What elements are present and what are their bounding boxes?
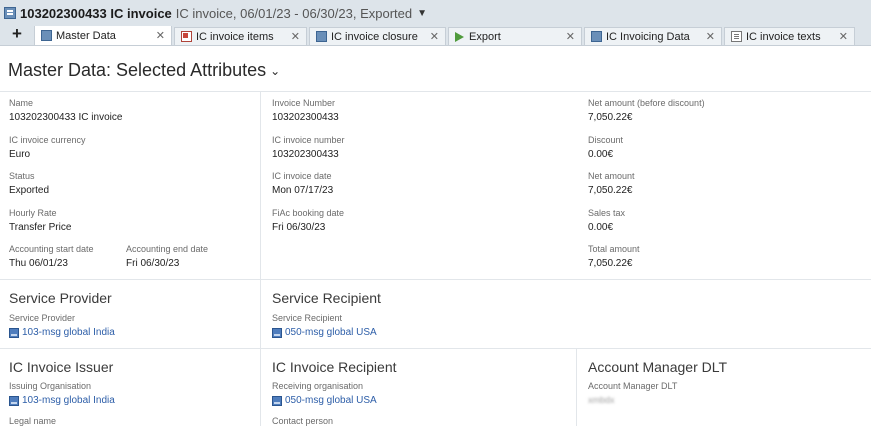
recipient-heading: IC Invoice Recipient <box>272 359 397 375</box>
issuer-heading: IC Invoice Issuer <box>9 359 114 375</box>
data-icon <box>591 31 602 42</box>
service-recipient-label: Service Recipient <box>272 313 343 323</box>
close-icon[interactable]: ✕ <box>839 30 848 43</box>
sales-tax-label: Sales tax <box>588 208 626 218</box>
accounting-start-label: Accounting start date <box>9 244 94 254</box>
receiving-organisation-link[interactable]: 050-msg global USA <box>272 395 377 406</box>
divider <box>0 91 871 92</box>
name-label: Name <box>9 98 34 108</box>
close-icon[interactable]: ✕ <box>430 30 439 43</box>
tab-master-data[interactable]: Master Data ✕ <box>34 26 172 45</box>
tab-label: IC Invoicing Data <box>606 30 690 43</box>
currency-label: IC invoice currency <box>9 135 86 145</box>
tab-label: Export <box>469 30 501 43</box>
tab-ic-invoice-texts[interactable]: IC invoice texts ✕ <box>724 27 855 45</box>
receiving-organisation-label: Receiving organisation <box>272 381 364 391</box>
fiac-booking-date-label: FiAc booking date <box>272 208 345 218</box>
ic-invoice-number-value: 103202300433 <box>272 149 339 160</box>
organisation-icon <box>9 395 19 406</box>
tab-ic-invoice-closure[interactable]: IC invoice closure ✕ <box>309 27 446 45</box>
invoice-icon <box>4 7 16 19</box>
window-title-description: IC invoice, 06/01/23 - 06/30/23, Exporte… <box>175 5 413 21</box>
service-provider-label: Service Provider <box>9 313 76 323</box>
tab-export[interactable]: Export ✕ <box>448 27 582 45</box>
account-manager-heading: Account Manager DLT <box>588 359 728 375</box>
divider <box>0 279 871 280</box>
account-manager-label: Account Manager DLT <box>588 381 678 391</box>
tab-label: Master Data <box>56 29 116 42</box>
issuing-organisation-label: Issuing Organisation <box>9 381 92 391</box>
service-recipient-heading: Service Recipient <box>272 290 381 306</box>
total-amount-label: Total amount <box>588 244 640 254</box>
sales-tax-value: 0.00€ <box>588 222 614 233</box>
organisation-icon <box>272 327 282 338</box>
export-icon <box>455 31 464 42</box>
hourly-rate-value: Transfer Price <box>9 222 72 233</box>
net-amount-label: Net amount <box>588 171 635 181</box>
chevron-down-icon[interactable]: ⌄ <box>270 64 280 78</box>
ic-invoice-date-label: IC invoice date <box>272 171 332 181</box>
accounting-end-label: Accounting end date <box>126 244 209 254</box>
tab-label: IC invoice closure <box>331 30 418 43</box>
divider <box>260 91 261 426</box>
texts-icon <box>731 31 742 42</box>
invoice-number-label: Invoice Number <box>272 98 336 108</box>
status-value: Exported <box>9 185 50 196</box>
discount-label: Discount <box>588 135 624 145</box>
organisation-icon <box>9 327 19 338</box>
service-provider-link[interactable]: 103-msg global India <box>9 327 115 338</box>
service-recipient-link[interactable]: 050-msg global USA <box>272 327 377 338</box>
items-icon <box>181 31 192 42</box>
service-recipient-value: 050-msg global USA <box>285 327 377 338</box>
data-icon <box>41 30 52 41</box>
divider <box>0 348 871 349</box>
total-amount-value: 7,050.22€ <box>588 258 633 269</box>
section-title[interactable]: Master Data: Selected Attributes ⌄ <box>8 60 280 81</box>
name-value: 103202300433 IC invoice <box>9 112 123 123</box>
issuing-organisation-link[interactable]: 103-msg global India <box>9 395 115 406</box>
window-title-id: 103202300433 IC invoice <box>20 5 172 21</box>
accounting-start-value: Thu 06/01/23 <box>9 258 68 269</box>
close-icon[interactable]: ✕ <box>566 30 575 43</box>
discount-value: 0.00€ <box>588 149 614 160</box>
organisation-icon <box>272 395 282 406</box>
tab-ic-invoice-items[interactable]: IC invoice items ✕ <box>174 27 307 45</box>
tab-bar: + Master Data ✕ IC invoice items ✕ IC in… <box>0 26 871 46</box>
currency-value: Euro <box>9 149 31 160</box>
hourly-rate-label: Hourly Rate <box>9 208 57 218</box>
net-before-discount-label: Net amount (before discount) <box>588 98 705 108</box>
tab-ic-invoicing-data[interactable]: IC Invoicing Data ✕ <box>584 27 722 45</box>
tab-label: IC invoice items <box>196 30 274 43</box>
close-icon[interactable]: ✕ <box>706 30 715 43</box>
receiving-organisation-value: 050-msg global USA <box>285 395 377 406</box>
window-title-bar: 103202300433 IC invoice IC invoice, 06/0… <box>0 0 871 26</box>
close-icon[interactable]: ✕ <box>156 29 165 42</box>
accounting-end-value: Fri 06/30/23 <box>126 258 180 269</box>
divider <box>576 348 577 426</box>
ic-invoice-date-value: Mon 07/17/23 <box>272 185 334 196</box>
service-provider-heading: Service Provider <box>9 290 112 306</box>
service-provider-value: 103-msg global India <box>22 327 115 338</box>
invoice-number-value: 103202300433 <box>272 112 339 123</box>
legal-name-label: Legal name <box>9 416 57 426</box>
fiac-booking-date-value: Fri 06/30/23 <box>272 222 326 233</box>
ic-invoice-number-label: IC invoice number <box>272 135 345 145</box>
close-icon[interactable]: ✕ <box>291 30 300 43</box>
data-icon <box>316 31 327 42</box>
add-tab-button[interactable]: + <box>0 26 34 45</box>
issuing-organisation-value: 103-msg global India <box>22 395 115 406</box>
contact-person-label: Contact person <box>272 416 334 426</box>
net-amount-value: 7,050.22€ <box>588 185 633 196</box>
chevron-down-icon[interactable]: ▼ <box>417 8 427 19</box>
account-manager-value: xmbdx <box>588 395 615 405</box>
section-title-text: Master Data: Selected Attributes <box>8 60 267 80</box>
tab-label: IC invoice texts <box>746 30 821 43</box>
status-label: Status <box>9 171 35 181</box>
net-before-discount-value: 7,050.22€ <box>588 112 633 123</box>
